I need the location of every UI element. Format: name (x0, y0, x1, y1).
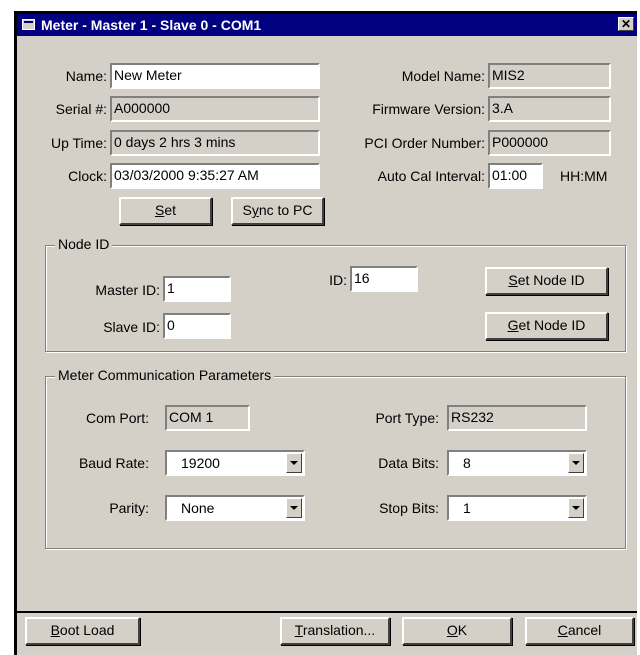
uptime-label: Up Time: (50, 135, 107, 151)
slave-id-label: Slave ID: (103, 319, 160, 335)
pci-field: P000000 (488, 130, 611, 156)
serial-label: Serial #: (55, 101, 107, 117)
com-port-label: Com Port: (85, 410, 149, 426)
set-node-id-button[interactable]: Set Node ID (485, 267, 608, 295)
set-clock-button[interactable]: Set (119, 197, 212, 225)
model-label: Model Name: (401, 68, 485, 84)
baud-rate-select[interactable]: 19200 (165, 450, 305, 476)
id-field[interactable]: 16 (350, 266, 418, 292)
com-port-field: COM 1 (165, 405, 250, 431)
stop-bits-value: 1 (463, 500, 471, 516)
id-label: ID: (329, 272, 347, 288)
title-bar[interactable]: Meter - Master 1 - Slave 0 - COM1 ✕ (17, 14, 637, 36)
chevron-down-icon[interactable] (568, 453, 584, 473)
ok-button[interactable]: OK (402, 617, 512, 645)
clock-label: Clock: (68, 168, 107, 184)
name-field[interactable]: New Meter (110, 63, 320, 89)
baud-rate-value: 19200 (181, 455, 220, 471)
data-bits-value: 8 (463, 455, 471, 471)
chevron-down-icon[interactable] (286, 453, 302, 473)
cancel-button[interactable]: Cancel (525, 617, 634, 645)
boot-load-button[interactable]: Boot Load (25, 617, 140, 645)
close-icon: ✕ (620, 17, 632, 31)
window-icon (22, 19, 35, 30)
stop-bits-label: Stop Bits: (379, 500, 439, 516)
translation-button[interactable]: Translation... (280, 617, 390, 645)
name-label: Name: (65, 68, 107, 84)
sync-to-pc-button[interactable]: Sync to PC (231, 197, 324, 225)
model-field: MIS2 (488, 63, 611, 89)
close-button[interactable]: ✕ (618, 17, 634, 31)
firmware-field: 3.A (488, 96, 611, 122)
firmware-label: Firmware Version: (372, 101, 485, 117)
slave-id-field[interactable]: 0 (163, 313, 231, 339)
chevron-down-icon[interactable] (286, 498, 302, 518)
chevron-down-icon[interactable] (568, 498, 584, 518)
parity-label: Parity: (109, 500, 149, 516)
master-id-label: Master ID: (95, 282, 160, 298)
serial-field: A000000 (110, 96, 320, 122)
data-bits-label: Data Bits: (378, 455, 439, 471)
parity-select[interactable]: None (165, 495, 305, 521)
autocal-unit: HH:MM (560, 168, 608, 184)
baud-rate-label: Baud Rate: (78, 455, 149, 471)
port-type-field: RS232 (447, 405, 587, 431)
autocal-label: Auto Cal Interval: (377, 168, 485, 184)
parity-value: None (181, 500, 215, 516)
uptime-field: 0 days 2 hrs 3 mins (110, 130, 320, 156)
clock-field[interactable]: 03/03/2000 9:35:27 AM (110, 163, 320, 189)
comm-params-group-title: Meter Communication Parameters (55, 367, 275, 383)
meter-dialog: Meter - Master 1 - Slave 0 - COM1 ✕ Name… (14, 11, 637, 655)
data-bits-select[interactable]: 8 (447, 450, 587, 476)
get-node-id-button[interactable]: Get Node ID (485, 312, 608, 340)
window-title: Meter - Master 1 - Slave 0 - COM1 (41, 17, 262, 33)
master-id-field[interactable]: 1 (163, 276, 231, 302)
pci-label: PCI Order Number: (364, 135, 485, 151)
port-type-label: Port Type: (375, 410, 439, 426)
autocal-field[interactable]: 01:00 (488, 163, 543, 189)
node-id-group-title: Node ID (55, 236, 113, 252)
stop-bits-select[interactable]: 1 (447, 495, 587, 521)
footer-separator (17, 611, 637, 613)
